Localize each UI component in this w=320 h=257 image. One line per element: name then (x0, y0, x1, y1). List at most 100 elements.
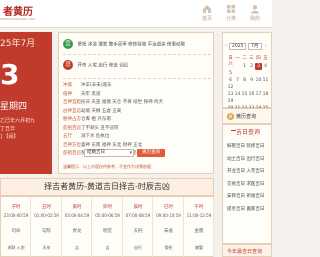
jiri-link[interactable]: 搬家吉日 (246, 207, 264, 212)
shichen-name: 卯时 (103, 205, 112, 210)
jiri-link[interactable]: 开业吉日 (227, 169, 245, 174)
calendar-day[interactable]: 4 (262, 63, 269, 70)
today-best-title: 今年最吉日查询 (227, 249, 263, 255)
ji-row: 忌 开市 入宅 出行 修造 词讼 (63, 60, 211, 70)
jiri-link[interactable]: 出行吉日 (246, 157, 264, 162)
shichen-god: 青龙 (72, 229, 82, 234)
shichen-time: 11:00-12:59 (186, 213, 212, 218)
shichen-name: 子时 (11, 205, 21, 210)
nav-mine-label: 我的 (249, 16, 260, 22)
shichen-god: 勾陈 (42, 229, 51, 234)
shichen-name: 巳时 (164, 205, 173, 210)
shichen-god: 明堂 (103, 229, 112, 234)
nav-mine[interactable]: 我的 (246, 4, 264, 22)
jiri-link[interactable]: 入宅吉日 (246, 169, 264, 174)
jiri-link[interactable]: 交易吉日 (227, 182, 245, 187)
calendar-day[interactable]: 14 (234, 91, 241, 98)
shichen-column: 寅时 03:00-04:59 青龙吉 (62, 197, 92, 257)
jiri-link[interactable]: 求医吉日 (246, 182, 264, 187)
nav-home[interactable]: 首页 (198, 4, 216, 22)
ji-badge: 忌 (63, 60, 73, 70)
shichen-god: 天刑 (133, 229, 143, 234)
jiri-link[interactable]: 安葬吉日 (227, 194, 245, 199)
shichen-column: 巳时 09:00-10:59 朱雀 祭祀 (154, 197, 184, 257)
shichen-yi: 吉 (105, 245, 110, 250)
shichen-yi: 天牢 (42, 245, 51, 250)
logo-url: WWW.ZZHAOZE.COM (0, 17, 36, 21)
calendar-day[interactable]: 6 (227, 77, 234, 84)
next-month-icon[interactable]: › (265, 43, 267, 49)
shichen-table: 子时 23:00-00:59 司命 求财 入宅 丑时 01:00-02:59 勾陈 天牢 寅时 0… (0, 196, 214, 257)
calendar-day[interactable]: 1 (241, 63, 248, 70)
nav-home-label: 首页 (201, 16, 212, 22)
home-icon (203, 5, 211, 13)
calendar-day[interactable]: 12 (227, 84, 234, 91)
calendar-day[interactable]: 10 (255, 77, 262, 84)
shichen-column: 丑时 01:00-02:59 勾陈 天牢 (32, 197, 62, 257)
attr-row: 彭祖百忌丁不剃头 丑不冠带 (63, 125, 119, 131)
calendar-week-row: 1 2 3 4 5 (227, 63, 271, 77)
huangli-link[interactable]: 黄 黄历查询 (222, 108, 272, 124)
calendar-day[interactable]: 2 (248, 63, 255, 70)
yi-badge: 宜 (63, 39, 73, 49)
huangli-icon: 黄 (227, 113, 234, 120)
calendar-day[interactable]: 17 (255, 91, 262, 98)
calendar-day[interactable]: 16 (248, 91, 255, 98)
shichen-yi: 嫁娶 (195, 245, 203, 250)
shichen-name: 午时 (194, 205, 204, 210)
shichen-time: 03:00-04:59 (64, 213, 90, 218)
grid-icon (227, 5, 235, 13)
prev-month-icon[interactable]: ‹ (225, 43, 227, 49)
calendar-day[interactable]: 7 (234, 77, 241, 84)
lunar-line: 乙巳年六月初九 (0, 118, 36, 124)
lunar-line: 丁丑日 (0, 126, 16, 132)
shichen-yi: 吉 (75, 245, 79, 250)
shichen-banner-text: 择吉者黄历-黄道吉日择吉-时辰吉凶 (44, 182, 170, 191)
calendar-day[interactable]: 18 (262, 91, 269, 98)
attr-row: 胎神占方仓库 栖 外东南 (63, 117, 111, 122)
jiri-link[interactable]: 提亲吉日 (227, 207, 245, 212)
yi-text: 祭祀 沐浴 理发 整手足甲 修饰垣墙 平治道涂 修事动取 (77, 42, 186, 48)
shichen-yi: 祭祀 (164, 245, 173, 250)
calendar-day[interactable]: 3 (255, 63, 262, 70)
huangli-title: 黄历查询 (236, 114, 257, 120)
divider (63, 54, 211, 55)
shichen-column: 辰时 07:00-08:59 天刑 出行 (123, 197, 153, 257)
shichen-god: 朱雀 (164, 229, 173, 234)
calendar-day[interactable]: 19 (227, 98, 234, 105)
jiri-type-select[interactable]: 结婚吉日 (84, 149, 134, 157)
huangli-query-button[interactable]: 黄历查询 (137, 149, 165, 157)
site-logo[interactable]: 者黄历 WWW.ZZHAOZE.COM (0, 2, 40, 22)
shichen-god: 金匮 (194, 229, 204, 234)
date-day: 3 (0, 58, 20, 91)
calendar-day[interactable]: 8 (241, 77, 248, 84)
calendar-day[interactable]: 9 (248, 77, 255, 84)
logo-text: 者黄历 (3, 7, 33, 18)
nav-category-label: 分类 (225, 16, 236, 22)
today-best-panel[interactable]: 今年最吉日查询 (222, 244, 272, 257)
calendar-week-row: 131415161718 19 (227, 91, 271, 105)
note-text: 温馨提示：以上内容仅供参考，不宜作为决策依据 (63, 164, 151, 169)
attr-row: 凶神宜忌劫煞 天贼 五虚 五离 (63, 108, 122, 114)
attr-row: 值神 天牢 黑道 (63, 91, 101, 97)
yi-row: 宜 祭祀 沐浴 理发 整手足甲 修饰垣墙 平治道涂 修事动取 (63, 39, 211, 49)
calendar-day[interactable]: 5 (227, 70, 234, 77)
date-panel: 25年7月 3 星期四 乙巳年六月初九 丁丑日 ] 【闰】 (0, 32, 52, 174)
nav-category[interactable]: 分类 (222, 4, 240, 22)
calendar-day[interactable]: 15 (241, 91, 248, 98)
calendar-day[interactable]: 13 (227, 91, 234, 98)
jiri-link[interactable]: 嫁娶吉日 (227, 144, 245, 149)
month-select[interactable]: 7月 (248, 43, 262, 50)
date-month: 25年7月 (0, 39, 36, 49)
jiri-link[interactable]: 祈福吉日 (246, 194, 264, 199)
shichen-name: 丑时 (42, 205, 51, 210)
jiri-title: 吉日查询 (223, 127, 273, 136)
jiri-link[interactable]: 装修吉日 (246, 144, 264, 149)
almanac-panel: 宜 祭祀 沐浴 理发 整手足甲 修饰垣墙 平治道涂 修事动取 忌 开市 入宅 出… (58, 32, 214, 174)
year-select[interactable]: 2025 (229, 43, 246, 50)
shichen-banner: 择吉者黄历-黄道吉日择吉-时辰吉凶 (0, 178, 214, 196)
shichen-time: 05:00-06:59 (95, 213, 120, 218)
jiri-link[interactable]: 动土吉日 (227, 157, 245, 162)
almanac-attrs: 冲煞 冲羊(辛未)煞东 值神 天牢 黑道 吉神宜趋民日 天巫 福德 天仓 不将 续世… (63, 82, 211, 159)
calendar-day[interactable]: 11 (262, 77, 269, 84)
